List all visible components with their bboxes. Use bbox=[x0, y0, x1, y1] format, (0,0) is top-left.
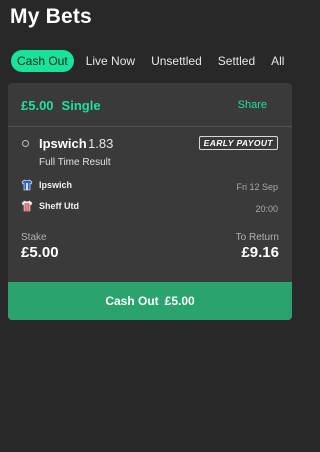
bet-card: £5.00 Single Share Ipswich 1.83 EARLY PAY… bbox=[8, 83, 292, 320]
page-title: My Bets bbox=[10, 5, 92, 28]
cash-out-label: Cash Out bbox=[105, 294, 159, 308]
early-payout-badge[interactable]: EARLY PAYOUT bbox=[198, 136, 278, 150]
selection-name: Ipswich bbox=[39, 136, 87, 151]
tab-unsettled[interactable]: Unsettled bbox=[151, 50, 202, 72]
home-team: Ipswich bbox=[21, 179, 72, 191]
selection-status-icon bbox=[22, 140, 29, 147]
bet-stake-header: £5.00 bbox=[21, 98, 54, 113]
cash-out-button[interactable]: Cash Out £5.00 bbox=[8, 282, 292, 320]
bets-tabs: Cash Out Live Now Unsettled Settled All bbox=[11, 50, 300, 72]
bet-type: Single bbox=[61, 98, 101, 113]
tab-settled[interactable]: Settled bbox=[218, 50, 255, 72]
share-button[interactable]: Share bbox=[238, 99, 267, 111]
home-team-name: Ipswich bbox=[39, 180, 73, 190]
tab-live-now[interactable]: Live Now bbox=[86, 50, 135, 72]
away-team-name: Sheff Utd bbox=[39, 201, 79, 211]
stake-value: £5.00 bbox=[21, 244, 59, 261]
selection-odds: 1.83 bbox=[88, 136, 114, 151]
away-team: Sheff Utd bbox=[21, 200, 79, 212]
bet-title: £5.00 Single bbox=[21, 98, 101, 113]
tab-all[interactable]: All bbox=[271, 50, 284, 72]
stake-label: Stake bbox=[21, 232, 47, 243]
return-value: £9.16 bbox=[241, 244, 279, 261]
market-name: Full Time Result bbox=[39, 157, 111, 168]
bet-card-header: £5.00 Single Share bbox=[8, 83, 292, 127]
tab-cash-out[interactable]: Cash Out bbox=[11, 50, 74, 72]
event-date: Fri 12 Sep bbox=[236, 182, 278, 192]
event-time: 20:00 bbox=[255, 204, 278, 214]
ipswich-shirt-icon bbox=[21, 179, 33, 191]
return-label: To Return bbox=[235, 232, 279, 243]
cash-out-amount: £5.00 bbox=[164, 294, 195, 308]
sheff-utd-shirt-icon bbox=[21, 200, 33, 212]
